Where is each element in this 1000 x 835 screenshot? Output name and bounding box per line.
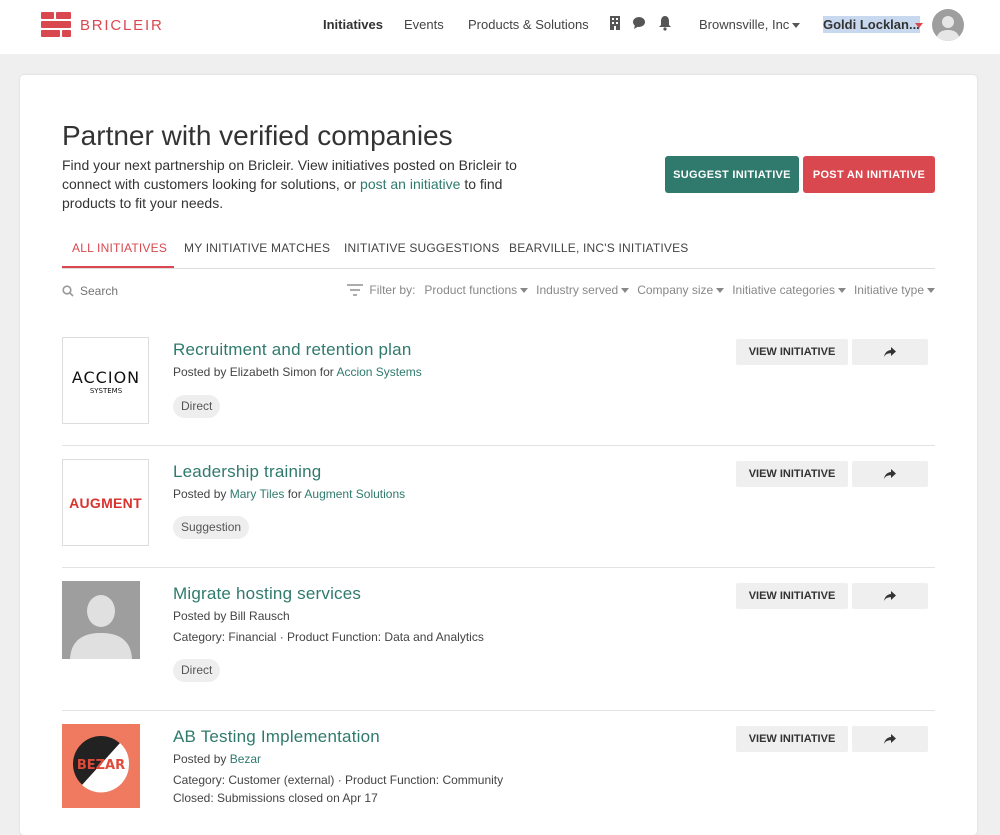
initiative-tabs: ALL INITIATIVES MY INITIATIVE MATCHES IN…	[62, 232, 935, 269]
initiative-row: AUGMENT Leadership training Posted by Ma…	[62, 459, 935, 568]
view-initiative-button[interactable]: VIEW INITIATIVE	[736, 583, 848, 609]
post-initiative-button[interactable]: POST AN INITIATIVE	[803, 156, 935, 193]
augment-logo: AUGMENT	[69, 494, 142, 511]
accion-logo: ACCION SYSTEMS	[71, 368, 139, 395]
posted-by: Posted by Elizabeth Simon for Accion Sys…	[173, 365, 422, 379]
share-icon	[884, 347, 896, 357]
filter-product-functions[interactable]: Product functions	[424, 283, 529, 297]
company-switcher[interactable]: Brownsville, Inc	[699, 17, 801, 32]
share-icon	[884, 734, 896, 744]
category-info: Category: Customer (external) · Product …	[173, 773, 504, 787]
view-initiative-button[interactable]: VIEW INITIATIVE	[736, 726, 848, 752]
person-link[interactable]: Mary Tiles	[230, 487, 285, 501]
chat-icon[interactable]	[632, 15, 646, 31]
company-logo-augment[interactable]: AUGMENT	[62, 459, 149, 546]
initiative-row: Migrate hosting services Posted by Bill …	[62, 581, 935, 711]
brand-logo[interactable]: BRICLEIR	[41, 12, 164, 38]
posted-by: Posted by Bezar	[173, 752, 262, 766]
tab-initiative-suggestions[interactable]: INITIATIVE SUGGESTIONS	[344, 241, 500, 255]
tab-my-initiative-matches[interactable]: MY INITIATIVE MATCHES	[184, 241, 330, 255]
brick-logo-icon	[41, 12, 71, 38]
initiative-type-tag: Direct	[173, 659, 221, 682]
initiative-type-tag: Direct	[173, 395, 221, 418]
initiatives-card: Partner with verified companies Find you…	[20, 75, 977, 835]
brand-name: BRICLEIR	[80, 16, 164, 34]
search-icon	[62, 285, 74, 297]
page-title: Partner with verified companies	[62, 120, 453, 151]
company-link[interactable]: Accion Systems	[336, 365, 421, 379]
search-box[interactable]	[62, 282, 220, 300]
suggest-initiative-button[interactable]: SUGGEST INITIATIVE	[665, 156, 799, 193]
chevron-down-icon	[716, 288, 725, 294]
tab-bearville-initiatives[interactable]: BEARVILLE, INC'S INITIATIVES	[509, 241, 689, 255]
avatar-icon[interactable]	[932, 9, 964, 41]
svg-text:SYSTEMS: SYSTEMS	[89, 387, 122, 395]
filter-initiative-type[interactable]: Initiative type	[854, 283, 935, 297]
share-button[interactable]	[852, 726, 928, 752]
initiative-title[interactable]: AB Testing Implementation	[173, 727, 380, 747]
nav-events[interactable]: Events	[404, 17, 444, 32]
chevron-down-icon[interactable]	[915, 23, 923, 28]
initiative-row: BEZAR AB Testing Implementation Posted b…	[62, 724, 935, 834]
intro-text: Find your next partnership on Bricleir. …	[62, 157, 517, 211]
initiative-title[interactable]: Leadership training	[173, 462, 321, 482]
share-button[interactable]	[852, 339, 928, 365]
placeholder-avatar-icon[interactable]	[62, 581, 140, 659]
share-icon	[884, 591, 896, 601]
filter-icon	[347, 284, 364, 296]
bell-icon[interactable]	[658, 15, 672, 31]
filter-label: Filter by:	[369, 283, 416, 297]
filter-industry-served[interactable]: Industry served	[536, 283, 630, 297]
filter-initiative-categories[interactable]: Initiative categories	[732, 283, 846, 297]
building-icon[interactable]	[608, 15, 622, 31]
chevron-down-icon	[621, 288, 630, 294]
share-button[interactable]	[852, 461, 928, 487]
initiative-title[interactable]: Recruitment and retention plan	[173, 340, 411, 360]
company-link[interactable]: Augment Solutions	[304, 487, 405, 501]
company-name: Brownsville, Inc	[699, 17, 790, 32]
chevron-down-icon	[792, 23, 801, 29]
category-info: Category: Financial · Product Function: …	[173, 630, 484, 644]
posted-by: Posted by Bill Rausch	[173, 609, 290, 623]
initiative-title[interactable]: Migrate hosting services	[173, 584, 361, 604]
filter-company-size[interactable]: Company size	[637, 283, 725, 297]
share-button[interactable]	[852, 583, 928, 609]
bezar-logo: BEZAR	[77, 758, 125, 773]
share-icon	[884, 469, 896, 479]
nav-products-solutions[interactable]: Products & Solutions	[468, 17, 589, 32]
chevron-down-icon	[837, 288, 846, 294]
tab-all-initiatives[interactable]: ALL INITIATIVES	[72, 241, 167, 255]
user-name[interactable]: Goldi Locklan...	[823, 16, 920, 33]
company-logo-bezar[interactable]: BEZAR	[62, 724, 140, 808]
search-input[interactable]	[80, 284, 220, 298]
posted-by: Posted by Mary Tiles for Augment Solutio…	[173, 487, 406, 501]
filter-bar: Filter by: Product functions Industry se…	[347, 283, 935, 297]
initiative-row: ACCION SYSTEMS Recruitment and retention…	[62, 337, 935, 446]
closed-info: Closed: Submissions closed on Apr 17	[173, 791, 378, 805]
initiative-type-tag: Suggestion	[173, 516, 250, 539]
view-initiative-button[interactable]: VIEW INITIATIVE	[736, 339, 848, 365]
top-navigation: BRICLEIR Initiatives Events Products & S…	[0, 0, 1000, 54]
active-tab-indicator	[62, 266, 174, 268]
company-link[interactable]: Bezar	[230, 752, 261, 766]
chevron-down-icon	[520, 288, 529, 294]
view-initiative-button[interactable]: VIEW INITIATIVE	[736, 461, 848, 487]
svg-text:ACCION: ACCION	[71, 368, 139, 387]
nav-initiatives[interactable]: Initiatives	[323, 17, 383, 32]
chevron-down-icon	[927, 288, 935, 294]
post-initiative-link[interactable]: post an initiative	[360, 176, 460, 192]
company-logo-accion[interactable]: ACCION SYSTEMS	[62, 337, 149, 424]
